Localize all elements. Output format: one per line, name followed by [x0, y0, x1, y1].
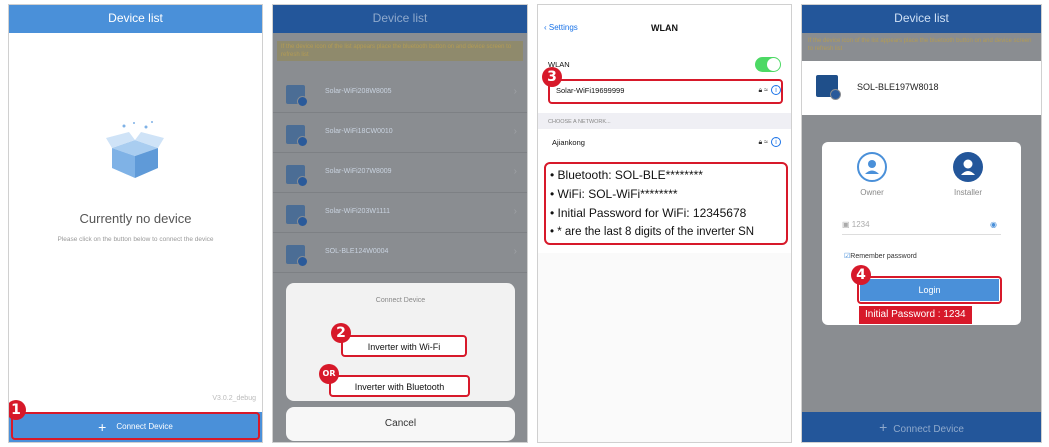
- eye-icon[interactable]: ◉: [990, 215, 997, 235]
- network-status-icons: 🔒︎ ≈ i: [758, 137, 781, 147]
- role-owner[interactable]: Owner: [842, 152, 902, 197]
- role-owner-label: Owner: [860, 188, 884, 197]
- password-field[interactable]: ▣ 1234 ◉: [842, 215, 1001, 235]
- note-line: • Initial Password for WiFi: 12345678: [550, 206, 747, 220]
- inverter-icon: [286, 85, 308, 107]
- device-name: Solar-WiFi208W8005: [325, 88, 392, 95]
- chevron-right-icon: ›: [513, 86, 517, 97]
- device-row[interactable]: Solar-WiFi18CW0010 ›: [273, 115, 527, 153]
- page-title: Device list: [802, 5, 1041, 33]
- screen-wlan-settings: ‹ Settings WLAN WLAN Solar-WiFi19699999 …: [537, 4, 792, 443]
- screen-device-list-connect: Device list If the device icon of the li…: [272, 4, 528, 443]
- note-line: • Bluetooth: SOL-BLE********: [550, 168, 703, 182]
- step-badge-2: 2: [331, 323, 351, 343]
- inverter-icon: [286, 125, 308, 147]
- note-line: • * are the last 8 digits of the inverte…: [550, 226, 755, 238]
- login-dialog: Owner Installer ▣ 1234 ◉ ☑Remember passw…: [822, 142, 1021, 325]
- inverter-icon: [816, 75, 841, 100]
- device-row[interactable]: Solar-WiFi208W8005 ›: [273, 75, 527, 113]
- plus-icon: +: [879, 419, 888, 435]
- version-label: V3.0.2_debug: [212, 395, 256, 402]
- installer-icon: [953, 152, 983, 182]
- wifi-icon: ≈: [764, 87, 768, 94]
- section-header: CHOOSE A NETWORK...: [538, 113, 791, 129]
- connect-device-sheet: Connect Device Inverter with Wi-Fi Inver…: [286, 283, 515, 401]
- screen-device-list-empty: Device list Currently no device Please c…: [8, 4, 263, 443]
- empty-box-icon: [106, 121, 164, 178]
- network-status-icons: 🔒︎ ≈ i: [758, 85, 781, 95]
- connected-network-name[interactable]: Solar-WiFi19699999: [556, 86, 783, 95]
- page-title: Device list: [9, 5, 262, 33]
- warning-banner: If the device icon of the list appears p…: [808, 38, 1032, 52]
- step-badge-3: 3: [542, 67, 562, 87]
- lock-icon: 🔒︎: [758, 87, 763, 94]
- credentials-note: • Bluetooth: SOL-BLE******** • WiFi: SOL…: [544, 162, 788, 245]
- sheet-title: Connect Device: [375, 297, 426, 304]
- device-row[interactable]: SOL-BLE124W0004 ›: [273, 235, 527, 273]
- device-name: SOL-BLE124W0004: [325, 248, 389, 255]
- network-name[interactable]: Ajiankong: [552, 138, 783, 147]
- inverter-bluetooth-option[interactable]: Inverter with Bluetooth: [329, 375, 470, 397]
- inverter-wifi-option[interactable]: Inverter with Wi-Fi: [341, 335, 467, 357]
- role-installer[interactable]: Installer: [938, 152, 998, 197]
- device-name: Solar-WiFi207W8009: [325, 168, 392, 175]
- chevron-right-icon: ›: [513, 166, 517, 177]
- role-installer-label: Installer: [953, 188, 982, 197]
- info-icon[interactable]: i: [771, 137, 781, 147]
- highlight-frame: [11, 412, 260, 440]
- chevron-right-icon: ›: [513, 126, 517, 137]
- device-name: Solar-WiFi18CW0010: [325, 128, 393, 135]
- connect-device-button[interactable]: + Connect Device: [802, 412, 1041, 442]
- device-row[interactable]: Solar-WiFi207W8009 ›: [273, 155, 527, 193]
- or-badge: OR: [319, 364, 339, 384]
- password-value: 1234: [851, 220, 870, 229]
- page-title: WLAN: [651, 23, 678, 33]
- login-highlight-frame: [857, 276, 1002, 304]
- nav-bar: ‹ Settings WLAN: [538, 23, 791, 45]
- device-row[interactable]: SOL-BLE197W8018: [802, 61, 1041, 115]
- note-line: • WiFi: SOL-WiFi********: [550, 187, 678, 201]
- remember-label: Remember password: [850, 253, 917, 260]
- inverter-icon: [286, 245, 308, 267]
- chevron-right-icon: ›: [513, 206, 517, 217]
- wlan-label: WLAN: [548, 60, 570, 69]
- network-list-area: [538, 253, 791, 442]
- wlan-toggle[interactable]: [755, 57, 781, 72]
- inverter-icon: [286, 165, 308, 187]
- device-name: SOL-BLE197W8018: [857, 82, 939, 92]
- screen-login-dialog: Device list If the device icon of the li…: [801, 4, 1042, 443]
- device-name: Solar-WiFi203W1111: [325, 208, 390, 215]
- warning-banner: If the device icon of the list appears p…: [277, 41, 523, 61]
- connect-device-label: Connect Device: [893, 424, 964, 435]
- cancel-button[interactable]: Cancel: [286, 407, 515, 441]
- empty-state-subtitle: Please click on the button below to conn…: [57, 236, 214, 243]
- device-row[interactable]: Solar-WiFi203W1111 ›: [273, 195, 527, 233]
- chevron-right-icon: ›: [513, 246, 517, 257]
- empty-state-title: Currently no device: [79, 211, 192, 226]
- page-title: Device list: [273, 5, 527, 33]
- lock-icon: 🔒︎: [758, 139, 763, 146]
- inverter-icon: [286, 205, 308, 227]
- wifi-icon: ≈: [764, 139, 768, 146]
- lock-icon: ▣: [842, 220, 852, 229]
- owner-icon: [857, 152, 887, 182]
- info-icon[interactable]: i: [771, 85, 781, 95]
- initial-password-note: Initial Password : 1234: [859, 306, 972, 324]
- step-badge-4: 4: [851, 265, 871, 285]
- remember-password-checkbox[interactable]: ☑Remember password: [844, 252, 917, 260]
